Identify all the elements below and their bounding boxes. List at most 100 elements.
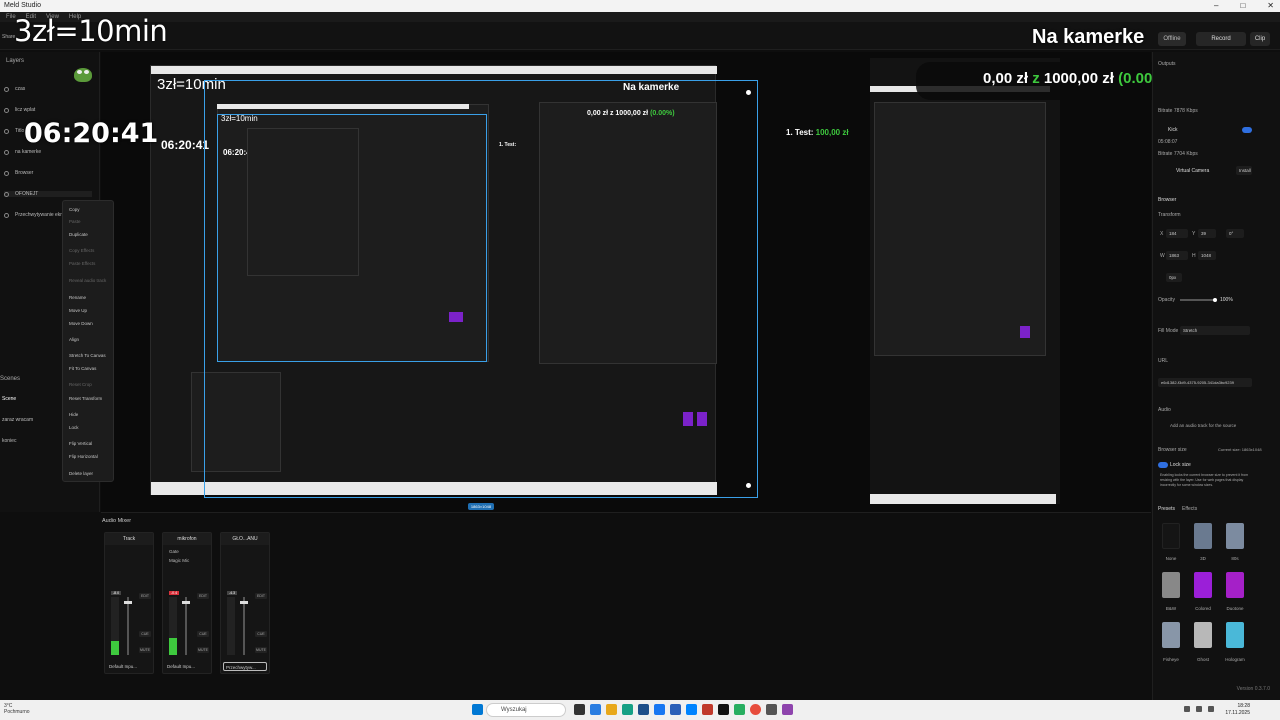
input-device-select[interactable]: Przechwytyw... xyxy=(223,662,267,671)
eye-icon[interactable] xyxy=(4,107,9,113)
layer-item-na-kamerke[interactable]: na kamerke xyxy=(4,149,41,155)
presets-tab[interactable]: Presets xyxy=(1158,506,1175,512)
edit-button[interactable]: EDIT xyxy=(139,593,151,599)
layer-item-licz-wplat[interactable]: licz wplat xyxy=(4,107,35,113)
ctx-move-up[interactable]: Move Up xyxy=(69,308,87,313)
scene-item-koniec[interactable]: koniec xyxy=(2,438,16,444)
edit-button[interactable]: EDIT xyxy=(255,593,267,599)
ctx-duplicate[interactable]: Duplicate xyxy=(69,232,88,237)
preset-bw[interactable] xyxy=(1162,572,1180,598)
preset-3d[interactable] xyxy=(1194,523,1212,549)
scene-item-scene[interactable]: Scene xyxy=(2,396,16,402)
fill-mode-select[interactable]: Stretch xyxy=(1180,326,1250,335)
layer-item-czas[interactable]: czas xyxy=(4,86,25,92)
volume-fader-knob[interactable] xyxy=(124,601,132,604)
url-input[interactable]: e6d1382-f3d9-4375-9205-341da3bc9239 xyxy=(1158,378,1252,387)
monitor-icon[interactable] xyxy=(4,212,9,218)
filter-gate[interactable]: Gate xyxy=(169,549,179,554)
preset-80s[interactable] xyxy=(1226,523,1244,549)
app-icon[interactable] xyxy=(718,704,729,715)
app-icon[interactable] xyxy=(766,704,777,715)
layer-item-przechwytywanie[interactable]: Przechwytywanie ekranu xyxy=(4,212,70,218)
task-view-icon[interactable] xyxy=(574,704,585,715)
mute-button[interactable]: MUTE xyxy=(197,647,209,653)
explorer-icon[interactable] xyxy=(606,704,617,715)
cue-button[interactable]: CUE xyxy=(139,631,151,637)
edit-button[interactable]: EDIT xyxy=(197,593,209,599)
lock-size-toggle[interactable] xyxy=(1158,462,1168,468)
rotation-input[interactable]: 0° xyxy=(1226,229,1244,238)
ctx-reset-transform[interactable]: Reset Transform xyxy=(69,396,102,401)
app-icon[interactable] xyxy=(590,704,601,715)
input-device-select[interactable]: Default Inpu... xyxy=(165,662,209,671)
layer-item-titlo[interactable]: Titlo xyxy=(4,128,24,134)
selection-box[interactable] xyxy=(204,80,758,498)
opera-icon[interactable] xyxy=(750,704,761,715)
app-icon[interactable] xyxy=(702,704,713,715)
cue-button[interactable]: CUE xyxy=(255,631,267,637)
volume-fader-knob[interactable] xyxy=(240,601,248,604)
opacity-slider-knob[interactable] xyxy=(1213,298,1217,302)
preset-colored[interactable] xyxy=(1194,572,1212,598)
ctx-stretch-to-canvas[interactable]: Stretch To Canvas xyxy=(69,353,106,358)
ctx-rename[interactable]: Rename xyxy=(69,295,86,300)
taskbar-search[interactable]: Wyszukaj xyxy=(486,703,566,717)
volume-fader-knob[interactable] xyxy=(182,601,190,604)
channel-name[interactable]: GŁO...ANU xyxy=(221,533,269,545)
effects-tab[interactable]: Effects xyxy=(1182,506,1197,512)
clip-button[interactable]: Clip xyxy=(1250,32,1270,46)
ctx-delete-layer[interactable]: Delete layer xyxy=(69,471,93,476)
y-input[interactable]: 39 xyxy=(1198,229,1216,238)
tray-chevron-icon[interactable] xyxy=(1184,706,1190,712)
text-layer-icon[interactable] xyxy=(4,128,9,134)
meld-icon[interactable] xyxy=(782,704,793,715)
channel-name[interactable]: mikrofon xyxy=(163,533,211,545)
preset-hologram[interactable] xyxy=(1226,622,1244,648)
preset-duotone[interactable] xyxy=(1226,572,1244,598)
volume-fader[interactable] xyxy=(185,597,187,655)
ctx-copy[interactable]: Copy xyxy=(69,207,80,212)
taskbar-clock[interactable]: 18:28 17.11.2025 xyxy=(1225,703,1250,717)
install-button[interactable]: Install xyxy=(1236,166,1252,175)
eye-icon[interactable] xyxy=(4,170,9,176)
wifi-icon[interactable] xyxy=(1196,706,1202,712)
x-input[interactable]: 184 xyxy=(1166,229,1188,238)
preset-fisheye[interactable] xyxy=(1162,622,1180,648)
scene-item-zaraz-wracam[interactable]: zaraz wracam xyxy=(2,417,33,423)
ctx-flip-vertical[interactable]: Flip Vertical xyxy=(69,441,92,446)
ctx-fit-to-canvas[interactable]: Fit To Canvas xyxy=(69,366,96,371)
filter-magic-mic[interactable]: Magic Mic xyxy=(169,558,189,563)
edge-icon[interactable] xyxy=(622,704,633,715)
eye-icon[interactable] xyxy=(4,191,9,197)
virtual-camera[interactable]: Virtual Camera xyxy=(1176,168,1209,174)
w-input[interactable]: 1863 xyxy=(1166,251,1188,260)
channel-name[interactable]: Track xyxy=(105,533,153,545)
audio-track-option[interactable]: Add an audio track for the source xyxy=(1170,423,1236,428)
close-icon[interactable]: ✕ xyxy=(1267,0,1274,12)
volume-fader[interactable] xyxy=(127,597,129,655)
resize-handle[interactable] xyxy=(746,90,751,95)
ctx-flip-horizontal[interactable]: Flip Horizontal xyxy=(69,454,98,459)
ctx-align[interactable]: Align xyxy=(69,337,79,342)
eye-icon[interactable] xyxy=(4,149,9,155)
record-button[interactable]: Record xyxy=(1196,32,1246,46)
eye-icon[interactable] xyxy=(4,86,9,92)
messenger-icon[interactable] xyxy=(686,704,697,715)
ctx-lock[interactable]: Lock xyxy=(69,425,79,430)
app-icon[interactable] xyxy=(670,704,681,715)
ctx-hide[interactable]: Hide xyxy=(69,412,78,417)
weather-widget[interactable]: 3°C Pochmurno xyxy=(4,703,30,715)
layer-item-ofonejt[interactable]: OFONEJT xyxy=(4,191,92,197)
mute-button[interactable]: MUTE xyxy=(255,647,267,653)
maximize-icon[interactable]: □ xyxy=(1240,0,1245,12)
crop-input[interactable]: 0px xyxy=(1166,273,1182,282)
h-input[interactable]: 1048 xyxy=(1198,251,1216,260)
layer-item-browser[interactable]: Browser xyxy=(4,170,33,176)
kick-output[interactable]: Kick xyxy=(1168,127,1177,133)
app-icon[interactable] xyxy=(734,704,745,715)
opacity-slider[interactable] xyxy=(1180,299,1216,301)
volume-fader[interactable] xyxy=(243,597,245,655)
resize-handle[interactable] xyxy=(746,483,751,488)
input-device-select[interactable]: Default Inpu... xyxy=(107,662,151,671)
start-icon[interactable] xyxy=(472,704,483,715)
